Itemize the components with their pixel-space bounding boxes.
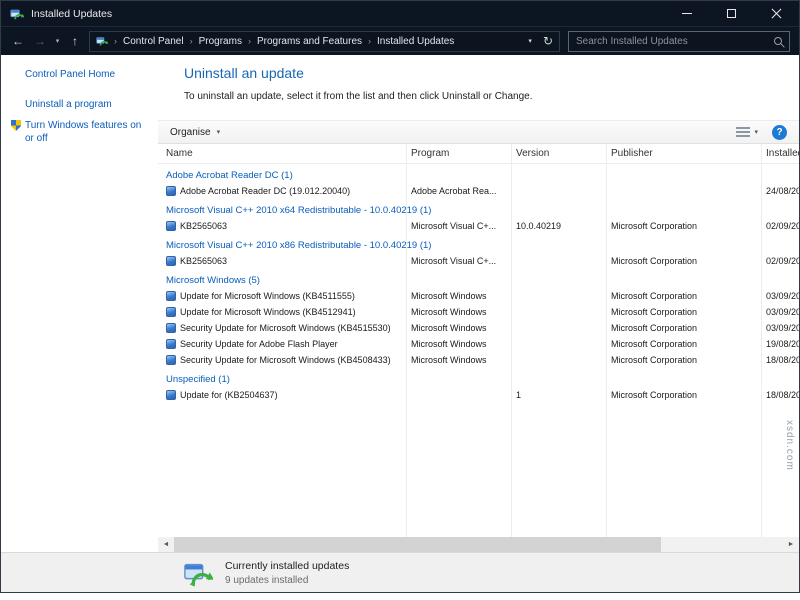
column-header-version[interactable]: Version: [511, 148, 606, 159]
maximize-icon: [727, 9, 736, 18]
address-dropdown-icon[interactable]: ▾: [528, 37, 532, 45]
update-icon: [166, 186, 176, 196]
breadcrumb-separator-icon: ›: [244, 36, 255, 46]
address-actions: ▾ ↻: [528, 34, 553, 48]
forward-button[interactable]: →: [29, 34, 51, 48]
update-group-header[interactable]: Microsoft Visual C++ 2010 x86 Redistribu…: [158, 234, 799, 253]
installed-updates-icon: [183, 558, 213, 588]
installed-updates-app-icon: [10, 7, 24, 21]
maximize-button[interactable]: [709, 1, 754, 26]
search-box: [568, 31, 790, 52]
organise-label: Organise: [170, 127, 211, 138]
column-header-publisher[interactable]: Publisher: [606, 148, 761, 159]
back-button[interactable]: ←: [7, 34, 29, 48]
breadcrumb-control-panel[interactable]: Control Panel: [121, 36, 186, 47]
organise-button[interactable]: Organise ▾: [170, 127, 220, 138]
breadcrumb-installed-updates[interactable]: Installed Updates: [375, 36, 456, 47]
close-button[interactable]: [754, 1, 799, 26]
search-icon[interactable]: [774, 37, 782, 45]
details-count: 9 updates installed: [225, 575, 349, 586]
page-description: To uninstall an update, select it from t…: [184, 91, 799, 102]
horizontal-scrollbar[interactable]: ◄ ►: [158, 537, 799, 552]
column-header-program[interactable]: Program: [406, 148, 511, 159]
page-header: Uninstall an update To uninstall an upda…: [158, 55, 799, 110]
refresh-icon[interactable]: ↻: [543, 34, 553, 48]
column-headers: Name Program Version Publisher Installed: [158, 144, 799, 164]
navigation-bar: ← → ▾ ↑ › Control Panel › Programs › Pro…: [1, 26, 799, 55]
update-row[interactable]: KB2565063 Microsoft Visual C+... 10.0.40…: [158, 218, 799, 234]
window-controls: [664, 1, 799, 26]
close-icon: [771, 8, 782, 19]
breadcrumb-programs[interactable]: Programs: [197, 36, 244, 47]
update-icon: [166, 390, 176, 400]
command-bar-right: ▾ ?: [736, 125, 787, 140]
update-group-header[interactable]: Microsoft Windows (5): [158, 269, 799, 288]
help-button[interactable]: ?: [772, 125, 787, 140]
breadcrumb-separator-icon: ›: [186, 36, 197, 46]
update-icon: [166, 355, 176, 365]
scrollbar-track[interactable]: [174, 537, 783, 552]
update-icon: [166, 339, 176, 349]
scroll-left-arrow-icon[interactable]: ◄: [158, 541, 174, 548]
update-row[interactable]: Security Update for Adobe Flash Player M…: [158, 336, 799, 352]
window-title: Installed Updates: [31, 8, 664, 20]
up-button[interactable]: ↑: [64, 34, 86, 48]
details-pane-text: Currently installed updates 9 updates in…: [225, 560, 349, 586]
update-icon: [166, 291, 176, 301]
list-view-icon: [736, 127, 750, 137]
help-icon: ?: [776, 127, 782, 138]
update-icon: [166, 323, 176, 333]
task-sidebar: Control Panel Home Uninstall a program T…: [1, 55, 158, 552]
breadcrumb-separator-icon: ›: [110, 36, 121, 46]
details-title: Currently installed updates: [225, 560, 349, 572]
update-row[interactable]: Security Update for Microsoft Windows (K…: [158, 352, 799, 368]
update-group-header[interactable]: Microsoft Visual C++ 2010 x64 Redistribu…: [158, 199, 799, 218]
page-title: Uninstall an update: [184, 65, 799, 81]
watermark: xsdn.com: [784, 420, 795, 471]
update-icon: [166, 221, 176, 231]
location-icon: [96, 35, 108, 47]
updates-list: Name Program Version Publisher Installed…: [158, 144, 799, 537]
update-row[interactable]: Update for Microsoft Windows (KB4512941)…: [158, 304, 799, 320]
minimize-button[interactable]: [664, 1, 709, 26]
breadcrumb-programs-and-features[interactable]: Programs and Features: [255, 36, 364, 47]
main-pane: Uninstall an update To uninstall an upda…: [158, 55, 799, 552]
sidebar-item-turn-windows-features: Turn Windows features on or off: [11, 119, 151, 145]
column-header-name[interactable]: Name: [158, 148, 406, 159]
minimize-icon: [682, 13, 692, 14]
update-group-header[interactable]: Unspecified (1): [158, 368, 799, 387]
update-group-header[interactable]: Adobe Acrobat Reader DC (1): [158, 164, 799, 183]
chevron-down-icon: ▾: [754, 128, 758, 136]
update-icon: [166, 307, 176, 317]
installed-updates-window: Installed Updates ← → ▾ ↑ › Control Pane…: [0, 0, 800, 593]
titlebar: Installed Updates: [1, 1, 799, 26]
search-input[interactable]: [576, 36, 774, 47]
list-empty-area: [158, 403, 799, 537]
sidebar-link-turn-windows-features[interactable]: Turn Windows features on or off: [25, 119, 151, 145]
update-row[interactable]: Security Update for Microsoft Windows (K…: [158, 320, 799, 336]
sidebar-link-control-panel-home[interactable]: Control Panel Home: [25, 69, 158, 80]
update-row[interactable]: Adobe Acrobat Reader DC (19.012.20040) A…: [158, 183, 799, 199]
content-area: Control Panel Home Uninstall a program T…: [1, 55, 799, 552]
update-row[interactable]: Update for Microsoft Windows (KB4511555)…: [158, 288, 799, 304]
recent-locations-dropdown[interactable]: ▾: [51, 37, 64, 45]
update-icon: [166, 256, 176, 266]
address-breadcrumb-bar[interactable]: › Control Panel › Programs › Programs an…: [89, 31, 560, 52]
change-view-button[interactable]: ▾: [736, 127, 758, 137]
update-row[interactable]: KB2565063 Microsoft Visual C+... Microso…: [158, 253, 799, 269]
update-row[interactable]: Update for (KB2504637) 1 Microsoft Corpo…: [158, 387, 799, 403]
uac-shield-icon: [11, 120, 21, 131]
chevron-down-icon: ▾: [217, 128, 221, 136]
breadcrumb-separator-icon: ›: [364, 36, 375, 46]
details-pane: Currently installed updates 9 updates in…: [1, 552, 799, 592]
scroll-right-arrow-icon[interactable]: ►: [783, 541, 799, 548]
column-header-installed[interactable]: Installed: [761, 148, 799, 159]
command-bar: Organise ▾ ▾ ?: [158, 120, 799, 144]
sidebar-link-uninstall-a-program[interactable]: Uninstall a program: [25, 99, 158, 110]
scrollbar-thumb[interactable]: [174, 537, 661, 552]
